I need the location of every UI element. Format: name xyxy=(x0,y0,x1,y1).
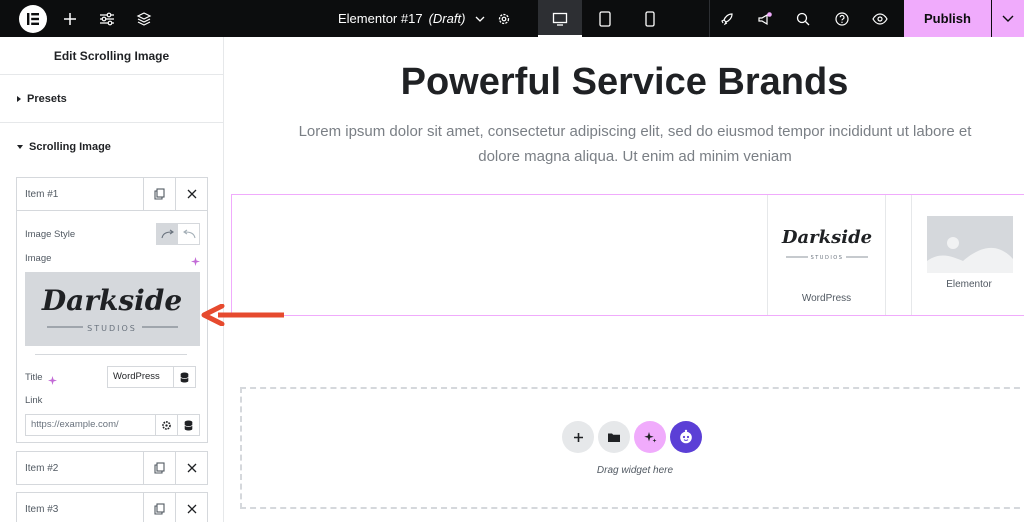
sparkle-icon[interactable] xyxy=(191,253,200,271)
scroll-card-caption: Elementor xyxy=(946,279,992,290)
database-icon[interactable] xyxy=(177,415,199,435)
annotation-arrow-icon xyxy=(201,304,284,326)
section-presets-label: Presets xyxy=(27,92,67,105)
eye-icon[interactable] xyxy=(868,0,892,37)
divider xyxy=(709,0,710,37)
database-icon[interactable] xyxy=(173,367,195,387)
desktop-icon[interactable] xyxy=(538,0,582,37)
page-subtitle[interactable]: Lorem ipsum dolor sit amet, consectetur … xyxy=(295,119,975,169)
section-presets[interactable]: Presets xyxy=(0,75,223,123)
repeater-item-3: Item #3 xyxy=(16,492,208,522)
document-status: (Draft) xyxy=(428,11,466,26)
link-label: Link xyxy=(25,395,43,406)
image-style-toggle xyxy=(156,223,200,245)
link-field-placeholder: https://example.com/ xyxy=(31,419,119,430)
repeater-item-header[interactable]: Item #1 xyxy=(17,178,207,210)
image-label: Image xyxy=(25,253,52,264)
panel-title: Edit Scrolling Image xyxy=(0,37,223,75)
folder-icon[interactable] xyxy=(598,421,630,453)
divider xyxy=(35,354,187,355)
title-field[interactable]: WordPress xyxy=(107,366,196,388)
close-icon[interactable] xyxy=(175,178,207,210)
caret-right-icon xyxy=(17,95,21,102)
scroll-card[interactable]: Darkside STUDIOS WordPress xyxy=(767,195,886,315)
image-style-label: Image Style xyxy=(25,229,76,240)
close-icon[interactable] xyxy=(175,452,207,484)
copy-icon[interactable] xyxy=(143,493,175,522)
darkside-logo-icon: Darkside STUDIOS xyxy=(781,227,872,261)
elementor-logo-icon[interactable] xyxy=(19,5,47,33)
image-placeholder-icon xyxy=(927,216,1013,273)
scroll-card-caption: WordPress xyxy=(801,293,852,304)
ai-sparkle-icon[interactable] xyxy=(634,421,666,453)
scroll-card[interactable]: Elementor xyxy=(911,195,1024,315)
svg-text:STUDIOS: STUDIOS xyxy=(811,255,844,261)
repeater-item-header[interactable]: Item #3 xyxy=(17,493,207,522)
publish-options-chevron-icon[interactable] xyxy=(992,0,1024,37)
repeater-item-label: Item #3 xyxy=(25,503,59,515)
chevron-down-icon xyxy=(475,16,485,22)
search-icon[interactable] xyxy=(791,0,815,37)
add-section-plus-icon[interactable] xyxy=(562,421,594,453)
layers-icon[interactable] xyxy=(132,0,156,37)
close-icon[interactable] xyxy=(175,493,207,522)
help-icon[interactable] xyxy=(830,0,854,37)
gear-icon[interactable] xyxy=(155,415,177,435)
drag-widget-hint: Drag widget here xyxy=(596,465,674,476)
copy-icon[interactable] xyxy=(143,178,175,210)
mobile-icon[interactable] xyxy=(628,0,672,37)
tablet-icon[interactable] xyxy=(583,0,627,37)
copy-icon[interactable] xyxy=(143,452,175,484)
top-bar: Elementor #17 (Draft) Publish xyxy=(0,0,1024,37)
repeater-item-label: Item #2 xyxy=(25,462,59,474)
megaphone-icon[interactable] xyxy=(753,0,777,37)
publish-button[interactable]: Publish xyxy=(904,0,991,37)
repeater-item-body: Image Style Image Darkside STUDIOS Title… xyxy=(17,210,207,442)
repeater-item-2: Item #2 xyxy=(16,451,208,485)
scroll-left-style-icon[interactable] xyxy=(178,224,199,244)
section-scrolling-image[interactable]: Scrolling Image xyxy=(0,123,223,171)
svg-text:STUDIOS: STUDIOS xyxy=(87,324,137,333)
repeater-item-label: Item #1 xyxy=(25,188,59,200)
image-preview[interactable]: Darkside STUDIOS xyxy=(25,272,200,346)
document-title: Elementor #17 xyxy=(338,11,423,26)
rocket-icon[interactable] xyxy=(715,0,739,37)
sparkle-icon[interactable] xyxy=(48,372,57,390)
link-field[interactable]: https://example.com/ xyxy=(25,414,200,436)
empty-drop-zone[interactable]: Drag widget here xyxy=(240,387,1024,509)
svg-text:Darkside: Darkside xyxy=(781,227,872,248)
title-field-value: WordPress xyxy=(113,371,160,382)
scrolling-image-widget[interactable]: Darkside STUDIOS WordPress Elementor xyxy=(231,194,1024,316)
svg-text:Darkside: Darkside xyxy=(41,284,182,317)
gear-icon[interactable] xyxy=(493,0,515,37)
section-scrolling-image-label: Scrolling Image xyxy=(29,141,111,153)
sliders-icon[interactable] xyxy=(95,0,119,37)
scroll-right-style-icon[interactable] xyxy=(157,224,178,244)
ai-robot-icon[interactable] xyxy=(670,421,702,453)
repeater-item-header[interactable]: Item #2 xyxy=(17,452,207,484)
drop-zone-actions xyxy=(562,421,702,453)
repeater-item-1: Item #1 Image Style Image Darkside STUDI… xyxy=(16,177,208,443)
page-heading[interactable]: Powerful Service Brands xyxy=(225,61,1024,104)
caret-down-icon xyxy=(17,145,23,149)
preview-canvas: Powerful Service Brands Lorem ipsum dolo… xyxy=(225,37,1024,522)
editor-panel: Edit Scrolling Image Presets Scrolling I… xyxy=(0,37,224,522)
plus-icon[interactable] xyxy=(58,0,82,37)
title-label: Title xyxy=(25,372,43,383)
